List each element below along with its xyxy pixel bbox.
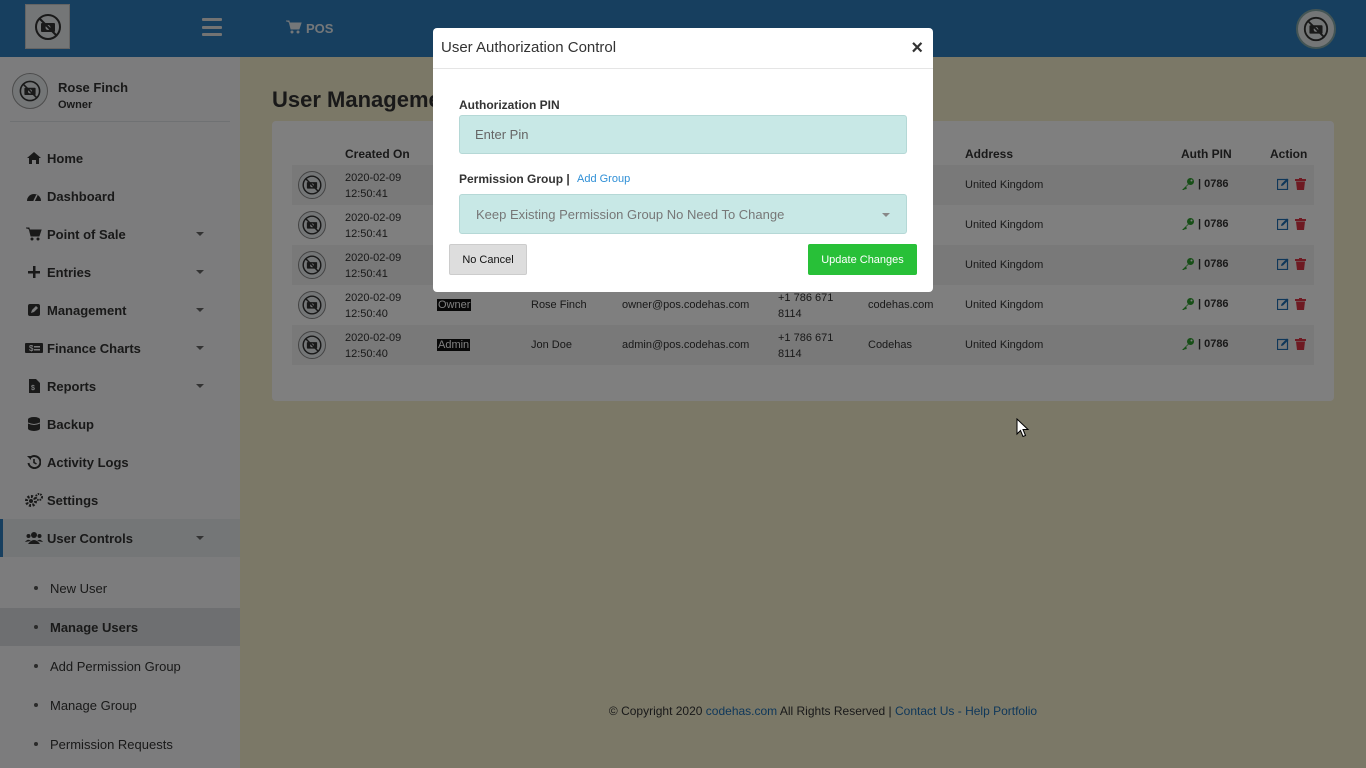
permission-group-label: Permission Group |: [459, 172, 570, 186]
chevron-down-icon: [882, 213, 890, 217]
authorization-modal: User Authorization Control × Authorizati…: [433, 28, 933, 292]
cancel-button[interactable]: No Cancel: [449, 244, 527, 275]
close-icon[interactable]: ×: [911, 38, 923, 58]
mouse-cursor-icon: [1016, 418, 1030, 438]
update-changes-button[interactable]: Update Changes: [808, 244, 917, 275]
modal-header: User Authorization Control ×: [433, 28, 933, 69]
permission-group-select[interactable]: Keep Existing Permission Group No Need T…: [459, 194, 907, 234]
pin-label: Authorization PIN: [459, 98, 560, 112]
modal-title: User Authorization Control: [441, 39, 617, 56]
permission-group-selected: Keep Existing Permission Group No Need T…: [476, 206, 785, 222]
add-group-link[interactable]: Add Group: [577, 173, 630, 185]
pin-input[interactable]: [459, 115, 907, 154]
